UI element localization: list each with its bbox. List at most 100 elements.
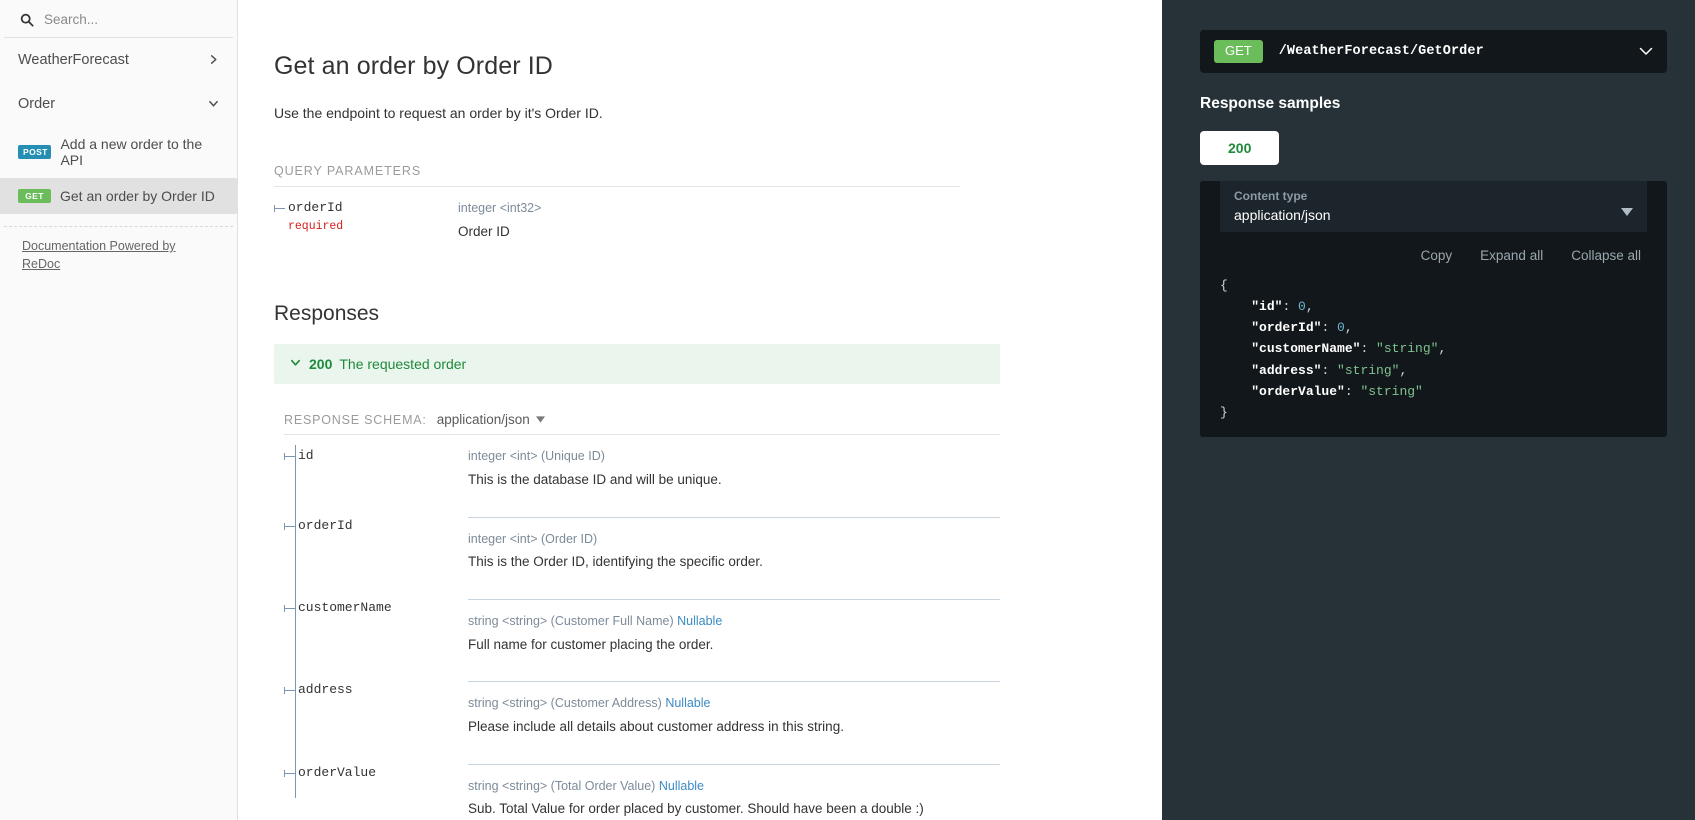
sidebar: WeatherForecast Order POST Add a new ord…	[0, 0, 238, 820]
query-parameters-table: orderId required integer <int32> Order I…	[274, 187, 1000, 256]
json-sep: :	[1360, 341, 1377, 357]
json-value: 0	[1298, 299, 1306, 315]
schema-field-name-cell: address	[284, 681, 468, 737]
schema-field-nullable: Nullable	[677, 614, 723, 629]
search-row[interactable]	[4, 0, 233, 38]
json-comma: ,	[1399, 362, 1408, 378]
response-sample-box: Content type application/json Copy Expan…	[1200, 180, 1667, 438]
redoc-app: WeatherForecast Order POST Add a new ord…	[0, 0, 1695, 820]
response-200-header[interactable]: 200 The requested order	[274, 344, 1000, 385]
schema-field-type-text: string <string> (Customer Address)	[468, 696, 662, 711]
sidebar-item-add-order[interactable]: POST Add a new order to the API	[0, 126, 237, 178]
responses-heading: Responses	[274, 302, 380, 326]
parameter-name-cell: orderId required	[274, 199, 458, 242]
sidebar-item-label: Add a new order to the API	[60, 136, 203, 168]
schema-field-name-cell: orderValue	[284, 764, 468, 820]
json-key: "address"	[1251, 362, 1322, 378]
table-row: id integer <int> (Unique ID) This is the…	[284, 435, 1000, 504]
collapse-all-button[interactable]: Collapse all	[1571, 248, 1641, 263]
sidebar-footer: Documentation Powered by ReDoc	[4, 226, 233, 283]
schema-field-description: Sub. Total Value for order placed by cus…	[468, 801, 924, 817]
right-panel: GET /WeatherForecast/GetOrder Response s…	[1162, 0, 1695, 820]
json-close-brace: }	[1220, 405, 1228, 421]
content-type-label: Content type	[1234, 188, 1308, 203]
schema-field-detail-cell: string <string> (Total Order Value) Null…	[468, 763, 1000, 820]
response-schema-selector[interactable]: RESPONSE SCHEMA: application/json	[284, 412, 1000, 436]
chevron-right-icon	[208, 54, 219, 67]
json-key: "customerName"	[1251, 341, 1361, 357]
schema-field-name: id	[298, 448, 314, 464]
search-input[interactable]	[44, 12, 217, 27]
sidebar-item-label: Get an order by Order ID	[60, 188, 215, 204]
json-comma: ,	[1344, 320, 1353, 336]
json-value: "string"	[1376, 341, 1439, 357]
json-value: "string"	[1360, 383, 1423, 399]
json-sep: :	[1321, 362, 1338, 378]
redoc-powered-by-link[interactable]: Documentation Powered by ReDoc	[22, 239, 176, 271]
json-value: 0	[1337, 320, 1345, 336]
sidebar-item-get-order[interactable]: GET Get an order by Order ID	[0, 178, 237, 214]
content-type-dropdown[interactable]: Content type application/json	[1220, 180, 1647, 232]
response-status-code: 200	[309, 356, 333, 373]
endpoint-bar[interactable]: GET /WeatherForecast/GetOrder	[1200, 30, 1667, 73]
schema-field-nullable: Nullable	[658, 778, 705, 793]
schema-field-type: string <string> (Customer Address) Nulla…	[468, 694, 992, 713]
chevron-down-icon	[208, 98, 219, 111]
content-type-value: application/json	[1234, 206, 1331, 223]
tree-branch-icon	[284, 522, 295, 530]
main-content: Get an order by Order ID Use the endpoin…	[238, 0, 1162, 820]
schema-field-name: orderId	[298, 517, 353, 533]
content-type-left: Content type application/json	[1234, 189, 1331, 223]
schema-field-name-cell: customerName	[284, 599, 468, 655]
schema-field-detail-cell: string <string> (Customer Full Name) Nul…	[468, 599, 1000, 655]
sidebar-group-weatherforecast[interactable]: WeatherForecast	[0, 38, 237, 82]
operation-description: Use the endpoint to request an order by …	[274, 105, 603, 121]
schema-field-description: This is the database ID and will be uniq…	[468, 472, 722, 488]
schema-field-detail-cell: integer <int> (Unique ID) This is the da…	[468, 447, 1000, 490]
chevron-down-icon	[1639, 44, 1653, 59]
schema-field-type-text: integer <int> (Unique ID)	[468, 449, 605, 464]
sidebar-group-order[interactable]: Order	[0, 82, 237, 126]
json-value: "string"	[1337, 362, 1400, 378]
schema-field-type-text: string <string> (Total Order Value)	[468, 778, 656, 793]
json-sep: :	[1321, 320, 1338, 336]
parameter-type: integer <int32>	[458, 201, 542, 215]
table-row: orderId required integer <int32> Order I…	[274, 187, 1000, 256]
response-schema-label: RESPONSE SCHEMA:	[284, 412, 427, 427]
page-title: Get an order by Order ID	[274, 52, 553, 80]
parameter-name: orderId	[288, 200, 343, 215]
expand-all-button[interactable]: Expand all	[1480, 248, 1543, 263]
json-comma: ,	[1438, 341, 1447, 357]
json-key: "id"	[1251, 299, 1283, 315]
schema-field-name-cell: orderId	[284, 517, 468, 573]
tree-branch-icon	[284, 769, 295, 777]
table-row: address string <string> (Customer Addres…	[284, 669, 1000, 751]
schema-field-description: Please include all details about custome…	[468, 719, 844, 735]
copy-button[interactable]: Copy	[1421, 248, 1453, 263]
parameter-detail-cell: integer <int32> Order ID	[458, 199, 1000, 242]
schema-field-description: This is the Order ID, identifying the sp…	[468, 554, 763, 570]
json-sep: :	[1344, 383, 1361, 399]
tab-status-200[interactable]: 200	[1200, 130, 1280, 165]
query-parameters-label: QUERY PARAMETERS	[274, 164, 960, 187]
parameter-required-badge: required	[288, 219, 344, 233]
tree-branch-icon	[274, 205, 285, 212]
schema-field-nullable: Nullable	[665, 696, 711, 711]
schema-field-type-text: string <string> (Customer Full Name)	[468, 614, 674, 629]
table-row: customerName string <string> (Customer F…	[284, 587, 1000, 669]
search-icon	[20, 13, 34, 27]
json-comma: ,	[1305, 299, 1314, 315]
code-actions: Copy Expand all Collapse all	[1200, 232, 1667, 271]
response-samples-heading: Response samples	[1200, 94, 1341, 112]
json-key: "orderId"	[1251, 320, 1322, 336]
schema-field-name: orderValue	[298, 764, 377, 780]
endpoint-path: /WeatherForecast/GetOrder	[1278, 43, 1484, 59]
json-open-brace: {	[1220, 277, 1228, 293]
chevron-down-icon	[290, 357, 301, 371]
schema-field-type: string <string> (Total Order Value) Null…	[468, 777, 992, 796]
tree-branch-icon	[284, 453, 295, 461]
schema-field-description: Full name for customer placing the order…	[468, 636, 714, 652]
tree-branch-icon	[284, 687, 295, 695]
endpoint-method-badge: GET	[1214, 40, 1263, 63]
schema-field-name: address	[298, 682, 353, 698]
